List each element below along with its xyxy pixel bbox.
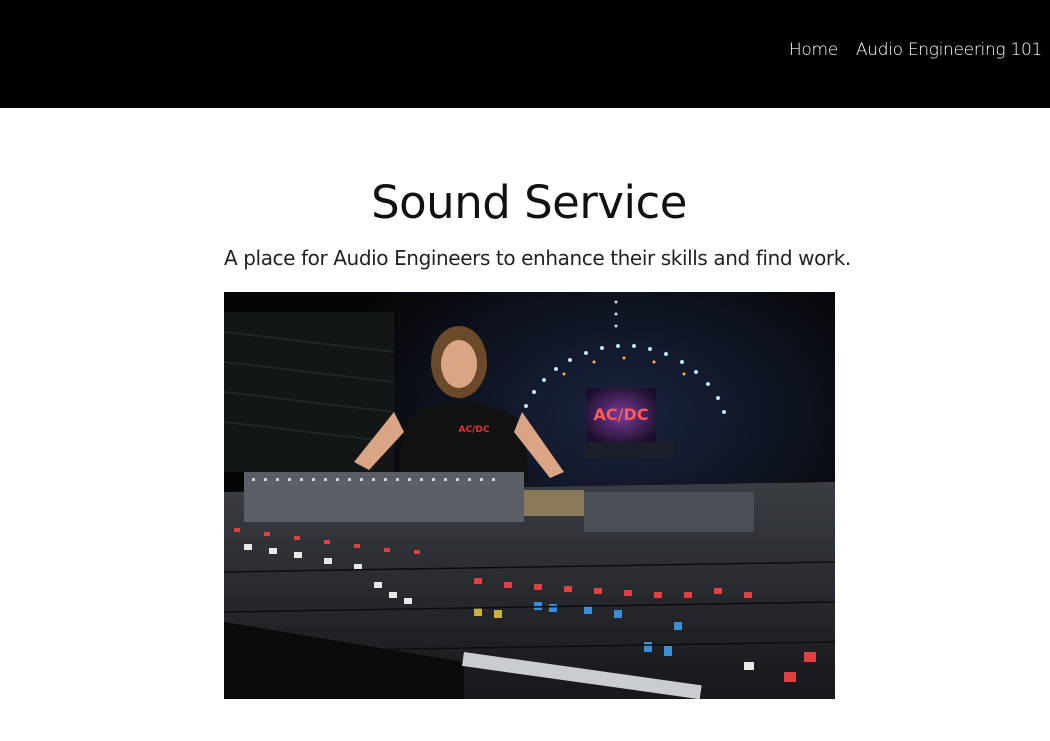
screen-logo: AC/DC [594,405,649,424]
hero-image-mixing-console: AC/DC AC/DC [224,292,835,699]
shirt-logo: AC/DC [459,425,490,435]
nav-link-home[interactable]: Home [789,40,838,60]
nav-link-audio-engineering-101[interactable]: Audio Engineering 101 [856,40,1042,60]
main-nav: Home Audio Engineering 101 [789,40,1042,60]
page-tagline: A place for Audio Engineers to enhance t… [224,246,851,270]
page-title: Sound Service [371,176,687,229]
site-header: Home Audio Engineering 101 [0,0,1050,108]
